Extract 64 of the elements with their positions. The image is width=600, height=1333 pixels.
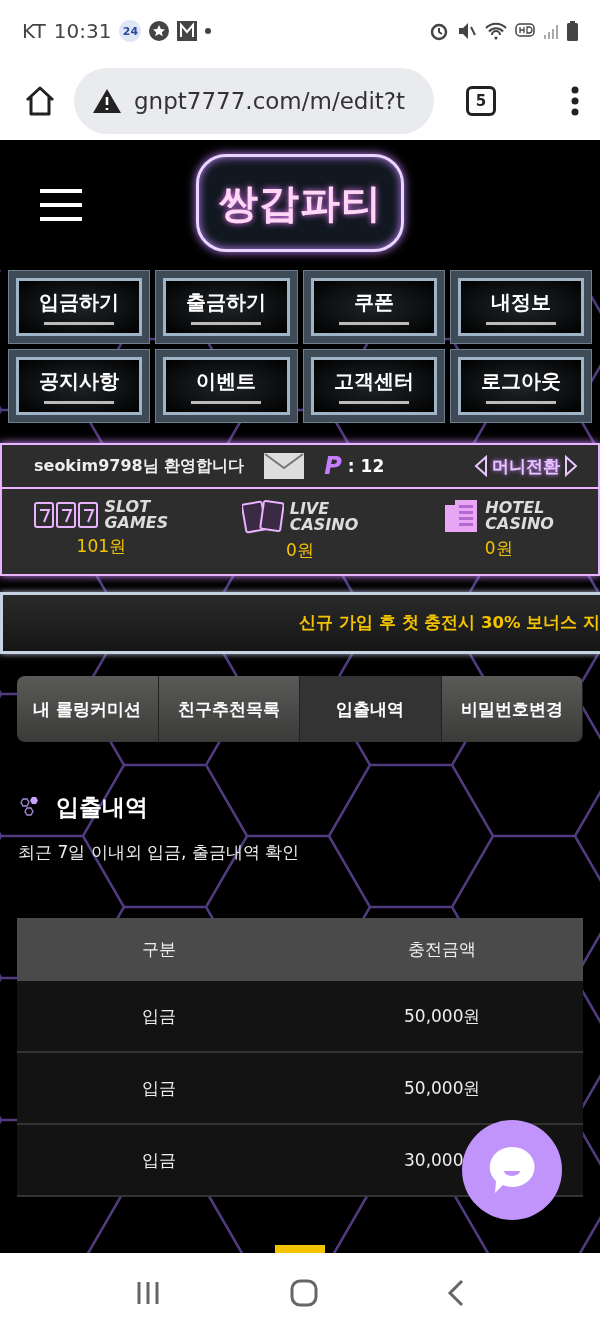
notice-text: 신규 가입 후 첫 충전시 30% 보너스 지 bbox=[299, 612, 600, 634]
home-icon[interactable] bbox=[24, 85, 56, 117]
left-triangle-icon bbox=[474, 455, 488, 477]
carrier-name: KT bbox=[22, 19, 46, 43]
menu-button[interactable]: 로그아웃 bbox=[449, 349, 592, 423]
game-balance: 0원 bbox=[286, 539, 314, 562]
back-icon[interactable] bbox=[447, 1279, 466, 1307]
table-cell: 입금 bbox=[141, 1004, 176, 1028]
warning-icon bbox=[92, 88, 122, 114]
game-balance: 0원 bbox=[484, 537, 513, 560]
envelope-icon[interactable] bbox=[264, 453, 305, 479]
playing-cards-icon bbox=[241, 499, 284, 535]
url-text: gnpt7777.com/m/edit?t bbox=[134, 88, 406, 114]
alarm-icon bbox=[429, 21, 449, 41]
tab[interactable]: 친구추천목록 bbox=[158, 676, 300, 742]
game-balance: 101원 bbox=[76, 535, 127, 558]
welcome-text: seokim9798님 환영합니다 bbox=[34, 455, 245, 477]
clock-time: 10:31 bbox=[53, 19, 112, 43]
building-icon bbox=[443, 499, 480, 533]
tab[interactable]: 입출내역 bbox=[300, 676, 442, 742]
menu-button[interactable]: 출금하기 bbox=[155, 270, 298, 344]
game-title[interactable]: CASINO bbox=[289, 517, 359, 533]
section-description: 최근 7일 이내외 입금, 출금내역 확인 bbox=[18, 841, 301, 864]
section-title: 입출내역 bbox=[56, 793, 148, 822]
table-cell: 50,000원 bbox=[404, 1004, 481, 1028]
game-title[interactable]: LIVE bbox=[289, 501, 359, 517]
table-cell: 50,000원 bbox=[404, 1076, 481, 1100]
menu-button[interactable]: 공지사항 bbox=[8, 349, 151, 423]
address-bar[interactable]: gnpt7777.com/m/edit?t bbox=[74, 68, 434, 134]
sevens-icon bbox=[34, 502, 99, 528]
menu-button[interactable]: 내정보 bbox=[449, 270, 592, 344]
game-title[interactable]: SLOT bbox=[104, 499, 169, 515]
battery-icon bbox=[567, 21, 578, 41]
logo-badge[interactable]: 쌍갑파티 bbox=[196, 154, 404, 252]
mute-icon bbox=[457, 21, 477, 41]
wifi-icon bbox=[485, 22, 507, 40]
money-transfer-button[interactable]: 머니전환 bbox=[474, 454, 578, 478]
table-cell: 30,000 bbox=[404, 1150, 464, 1170]
tab[interactable]: 비밀번호변경 bbox=[441, 676, 583, 742]
signal-icon bbox=[543, 22, 559, 40]
menu-button[interactable]: 쿠폰 bbox=[302, 270, 445, 344]
tab-count-button[interactable]: 5 bbox=[466, 86, 496, 116]
hd-icon bbox=[515, 23, 535, 39]
menu-button[interactable]: 이벤트 bbox=[155, 349, 298, 423]
game-title[interactable]: HOTEL bbox=[485, 500, 554, 516]
table-cell: 입금 bbox=[141, 1148, 176, 1172]
menu-button[interactable]: 입금하기 bbox=[8, 270, 151, 344]
menu-icon[interactable] bbox=[40, 189, 82, 221]
right-triangle-icon bbox=[564, 455, 578, 477]
column-header: 구분 bbox=[140, 938, 177, 961]
more-options-icon[interactable] bbox=[570, 86, 580, 116]
points-value: : 12 bbox=[347, 456, 385, 476]
game-title[interactable]: GAMES bbox=[104, 515, 169, 531]
column-header: 충전금액 bbox=[406, 938, 477, 961]
logo-text: 쌍갑파티 bbox=[218, 178, 382, 228]
app-badge: 24 bbox=[119, 20, 142, 42]
dot-icon bbox=[205, 28, 212, 34]
table-cell: 입금 bbox=[141, 1076, 176, 1100]
points-label: P bbox=[324, 452, 342, 480]
game-title[interactable]: CASINO bbox=[485, 516, 554, 532]
menu-button[interactable]: 고객센터 bbox=[302, 349, 445, 423]
tab[interactable]: 내 롤링커미션 bbox=[17, 676, 159, 742]
chat-bubble-icon bbox=[488, 1145, 536, 1195]
mail-app-icon bbox=[177, 21, 198, 41]
